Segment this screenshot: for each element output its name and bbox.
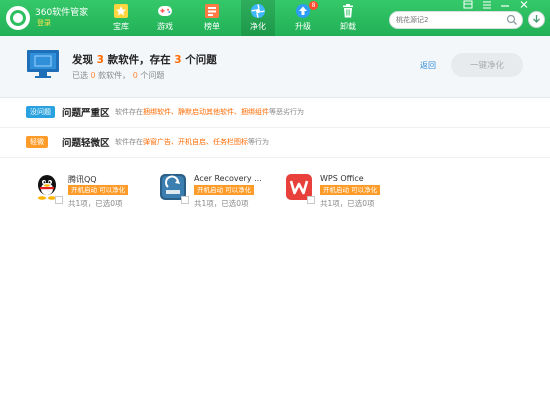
software-name: Acer Recovery ... bbox=[194, 174, 262, 183]
nav-label: 宝库 bbox=[113, 22, 129, 31]
section-title: 问题严重区 bbox=[62, 108, 110, 119]
close-icon[interactable] bbox=[518, 0, 530, 10]
search-icon[interactable] bbox=[506, 14, 518, 26]
nav-item-purify[interactable]: 净化 bbox=[241, 0, 275, 36]
software-checkbox[interactable] bbox=[55, 196, 63, 204]
minimize-icon[interactable] bbox=[499, 0, 511, 10]
summary-title: 发现 3 款软件，存在 3 个问题 bbox=[72, 54, 217, 66]
software-status-tag: 开机启动 可以净化 bbox=[68, 185, 129, 195]
nav-label: 净化 bbox=[250, 22, 266, 31]
ranking-icon bbox=[205, 4, 219, 18]
gamepad-icon bbox=[158, 6, 172, 16]
selection-summary: 已选 0 款软件， 0 个问题 bbox=[72, 71, 165, 80]
nav-item-games[interactable]: 游戏 bbox=[148, 0, 182, 36]
minor-status-tag: 轻微 bbox=[26, 136, 48, 148]
top-bar: 360软件管家 登录 宝库 游戏 榜单 净化 8 升级 卸载 桃花源记2 bbox=[0, 0, 550, 36]
software-status-tag: 开机启动 可以净化 bbox=[320, 185, 381, 195]
skin-icon[interactable] bbox=[462, 0, 474, 10]
serious-problem-section: 没问题 问题严重区 软件存在捆绑软件、静默启动其他软件、捆绑组件等恶劣行为 bbox=[0, 98, 550, 128]
login-link[interactable]: 登录 bbox=[37, 18, 51, 28]
nav-label: 榜单 bbox=[204, 22, 220, 31]
download-manager-button[interactable] bbox=[528, 11, 545, 28]
monitor-icon bbox=[27, 50, 59, 78]
search-box bbox=[389, 11, 523, 29]
nav-label: 升级 bbox=[295, 22, 311, 31]
nav-item-upgrade[interactable]: 8 升级 bbox=[286, 0, 320, 36]
section-description: 软件存在捆绑软件、静默启动其他软件、捆绑组件等恶劣行为 bbox=[115, 108, 304, 116]
nav-label: 卸载 bbox=[340, 22, 356, 31]
software-count: 3 bbox=[96, 54, 104, 66]
software-item-acer-recovery[interactable]: Acer Recovery ... 开机启动 可以净化 共1项，已选0项 bbox=[159, 170, 274, 210]
purify-icon bbox=[251, 4, 265, 18]
software-item-count: 共1项，已选0项 bbox=[320, 199, 375, 208]
software-checkbox[interactable] bbox=[307, 196, 315, 204]
trash-icon bbox=[343, 4, 353, 18]
serious-status-tag: 没问题 bbox=[26, 106, 55, 118]
menu-icon[interactable] bbox=[481, 0, 493, 10]
section-title: 问题轻微区 bbox=[62, 138, 110, 149]
minor-problem-section: 轻微 问题轻微区 软件存在弹窗广告、开机自启、任务栏图标等行为 bbox=[0, 128, 550, 158]
software-name: WPS Office bbox=[320, 174, 364, 183]
software-item-wps-office[interactable]: WPS Office 开机启动 可以净化 共1项，已选0项 bbox=[285, 170, 400, 210]
software-item-count: 共1项，已选0项 bbox=[68, 199, 123, 208]
upgrade-count-badge: 8 bbox=[309, 1, 318, 10]
back-link[interactable]: 返回 bbox=[420, 60, 436, 71]
software-checkbox[interactable] bbox=[181, 196, 189, 204]
summary-panel: 发现 3 款软件，存在 3 个问题 已选 0 款软件， 0 个问题 返回 一键净… bbox=[0, 36, 550, 98]
nav-item-treasury[interactable]: 宝库 bbox=[104, 0, 138, 36]
search-input[interactable] bbox=[390, 12, 500, 28]
download-icon bbox=[533, 15, 540, 23]
nav-label: 游戏 bbox=[157, 22, 173, 31]
software-item-qq[interactable]: 腾讯QQ 开机启动 可以净化 共1项，已选0项 bbox=[33, 170, 148, 210]
one-click-clean-button[interactable]: 一键净化 bbox=[451, 53, 523, 77]
app-title: 360软件管家 bbox=[35, 8, 89, 18]
problem-count: 3 bbox=[174, 54, 182, 66]
software-name: 腾讯QQ bbox=[68, 175, 97, 184]
software-status-tag: 开机启动 可以净化 bbox=[194, 185, 255, 195]
nav-item-uninstall[interactable]: 卸载 bbox=[331, 0, 365, 36]
app-logo bbox=[6, 6, 30, 30]
section-description: 软件存在弹窗广告、开机自启、任务栏图标等行为 bbox=[115, 138, 269, 146]
star-icon bbox=[114, 4, 128, 18]
software-item-count: 共1项，已选0项 bbox=[194, 199, 249, 208]
nav-item-ranking[interactable]: 榜单 bbox=[195, 0, 229, 36]
